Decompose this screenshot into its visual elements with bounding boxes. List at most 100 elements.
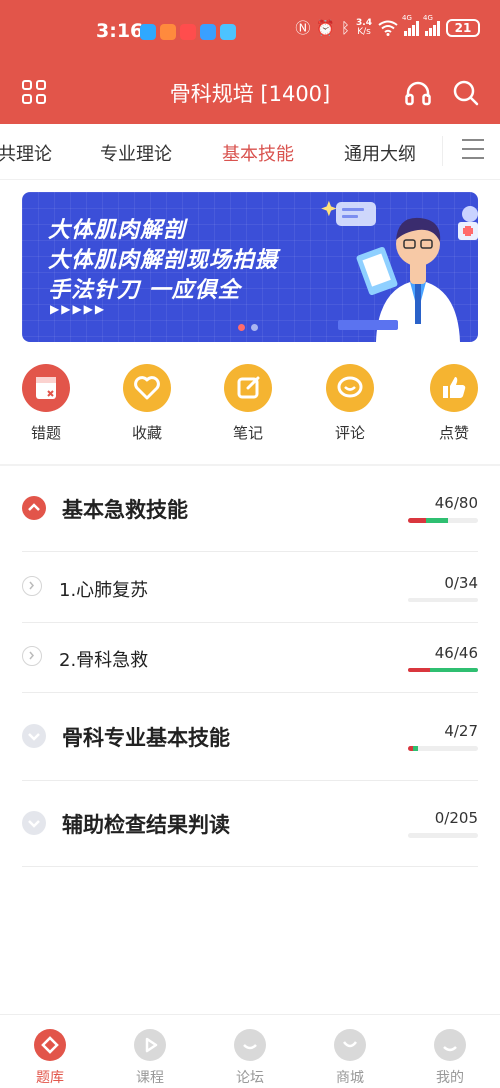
action-label: 错题 — [30, 424, 61, 442]
progress-correct — [425, 518, 448, 523]
action-wrong-questions[interactable]: 错题 — [16, 360, 76, 443]
progress-correct — [430, 668, 478, 672]
banner-pagination — [238, 324, 258, 331]
status-bar: 3:16 Ⓝ ⏰ ᛒ 3.4 K/s 4G 4G 21 — [0, 0, 500, 62]
network-speed: 3.4 K/s — [356, 19, 372, 37]
tab-professional-theory[interactable]: 专业理论 — [100, 140, 172, 166]
nav-label: 商城 — [336, 1070, 364, 1086]
section-title: 辅助检查结果判读 — [62, 813, 230, 837]
chapter-title: 1.心肺复苏 — [59, 580, 149, 601]
chevron-right-icon[interactable] — [22, 646, 42, 666]
question-bank-icon — [34, 1029, 66, 1061]
nfc-icon: Ⓝ — [295, 19, 311, 37]
signal-icon-1: 4G — [402, 14, 419, 36]
chevron-up-icon[interactable] — [22, 496, 46, 520]
search-icon[interactable] — [452, 79, 480, 107]
net-type-1: 4G — [402, 14, 412, 22]
chapter-row-ortho-first-aid[interactable]: 2.骨科急救 46/46 — [22, 636, 478, 686]
notification-icons — [140, 24, 236, 40]
action-label: 笔记 — [232, 424, 263, 442]
category-tabs: 共理论 专业理论 基本技能 通用大纲 — [0, 124, 500, 180]
comment-icon — [326, 364, 374, 412]
section-count: 4/27 — [444, 722, 478, 740]
tab-basic-skills[interactable]: 基本技能 — [222, 140, 294, 166]
progress-bar — [408, 598, 478, 602]
headset-icon[interactable] — [404, 79, 432, 107]
tab-general-syllabus[interactable]: 通用大纲 — [344, 140, 416, 166]
row-divider — [22, 551, 478, 552]
nav-forum[interactable]: 论坛 — [220, 1029, 280, 1087]
chapter-title: 2.骨科急救 — [59, 650, 149, 671]
progress-bar — [408, 518, 478, 523]
action-favorites[interactable]: 收藏 — [117, 360, 177, 443]
status-time: 3:16 — [96, 20, 144, 42]
banner-dot — [251, 324, 258, 331]
bottom-nav: 题库 课程 论坛 商城 我的 — [0, 1014, 500, 1088]
action-label: 评论 — [334, 424, 365, 442]
chevron-down-icon[interactable] — [22, 811, 46, 835]
row-divider — [22, 622, 478, 623]
nav-question-bank[interactable]: 题库 — [20, 1029, 80, 1087]
action-notes[interactable]: 笔记 — [218, 360, 278, 443]
section-title: 基本急救技能 — [62, 498, 188, 522]
nav-profile[interactable]: 我的 — [420, 1029, 480, 1087]
chapter-row-cpr[interactable]: 1.心肺复苏 0/34 — [22, 566, 478, 616]
progress-bar — [408, 668, 478, 672]
nav-label: 我的 — [436, 1070, 464, 1086]
row-divider — [22, 866, 478, 867]
net-type-2: 4G — [423, 14, 433, 22]
action-comments[interactable]: 评论 — [320, 360, 380, 443]
note-icon — [224, 364, 272, 412]
action-label: 收藏 — [131, 424, 162, 442]
app-notification-icon — [160, 24, 176, 40]
progress-correct — [412, 746, 418, 751]
banner-dot-active — [238, 324, 245, 331]
section-divider — [0, 464, 500, 466]
battery-icon: 21 — [446, 19, 480, 37]
row-divider — [22, 692, 478, 693]
nav-label: 题库 — [36, 1070, 64, 1086]
row-divider — [22, 780, 478, 781]
app-header: 3:16 Ⓝ ⏰ ᛒ 3.4 K/s 4G 4G 21 骨科规培 [1400] — [0, 0, 500, 124]
profile-icon — [434, 1029, 466, 1061]
nav-mall[interactable]: 商城 — [320, 1029, 380, 1087]
action-likes[interactable]: 点赞 — [424, 360, 484, 443]
progress-bar — [408, 833, 478, 838]
section-row-auxiliary-exam[interactable]: 辅助检查结果判读 0/205 — [22, 801, 478, 861]
title-bar: 骨科规培 [1400] — [0, 62, 500, 124]
status-right: Ⓝ ⏰ ᛒ 3.4 K/s 4G 4G 21 — [295, 14, 480, 38]
section-title: 骨科专业基本技能 — [62, 726, 230, 750]
action-label: 点赞 — [438, 424, 469, 442]
quick-actions: 错题 收藏 笔记 评论 点赞 — [0, 360, 500, 460]
alarm-icon: ⏰ — [316, 19, 336, 37]
promo-banner[interactable]: 大体肌肉解剖 大体肌肉解剖现场拍摄 手法针刀 一应俱全 ▶▶▶▶▶ — [22, 192, 478, 342]
thumbs-up-icon — [430, 364, 478, 412]
chat-notification-icon — [140, 24, 156, 40]
tab-common-theory[interactable]: 共理论 — [0, 140, 52, 166]
doctor-illustration — [321, 200, 478, 342]
mall-icon — [334, 1029, 366, 1061]
nav-label: 课程 — [136, 1070, 164, 1086]
nav-courses[interactable]: 课程 — [120, 1029, 180, 1087]
section-count: 46/80 — [434, 494, 478, 512]
forum-icon — [234, 1029, 266, 1061]
tab-divider — [442, 136, 443, 166]
heart-icon — [123, 364, 171, 412]
wrong-book-icon — [22, 364, 70, 412]
chapter-count: 0/34 — [444, 574, 478, 592]
chevron-right-icon[interactable] — [22, 576, 42, 596]
nav-label: 论坛 — [236, 1070, 264, 1086]
banner-line-3: 手法针刀 一应俱全 — [48, 278, 241, 303]
bluetooth-icon: ᛒ — [341, 19, 351, 37]
section-row-basic-first-aid[interactable]: 基本急救技能 46/80 — [22, 486, 478, 546]
menu-icon[interactable] — [462, 139, 484, 159]
progress-wrong — [408, 668, 431, 672]
chapter-count: 46/46 — [434, 644, 478, 662]
section-count: 0/205 — [434, 809, 478, 827]
chevron-down-icon[interactable] — [22, 724, 46, 748]
section-row-ortho-basic-skills[interactable]: 骨科专业基本技能 4/27 — [22, 714, 478, 774]
progress-wrong — [408, 518, 426, 523]
progress-bar — [408, 746, 478, 751]
speed-unit: K/s — [357, 27, 371, 37]
mail-notification-icon — [180, 24, 196, 40]
